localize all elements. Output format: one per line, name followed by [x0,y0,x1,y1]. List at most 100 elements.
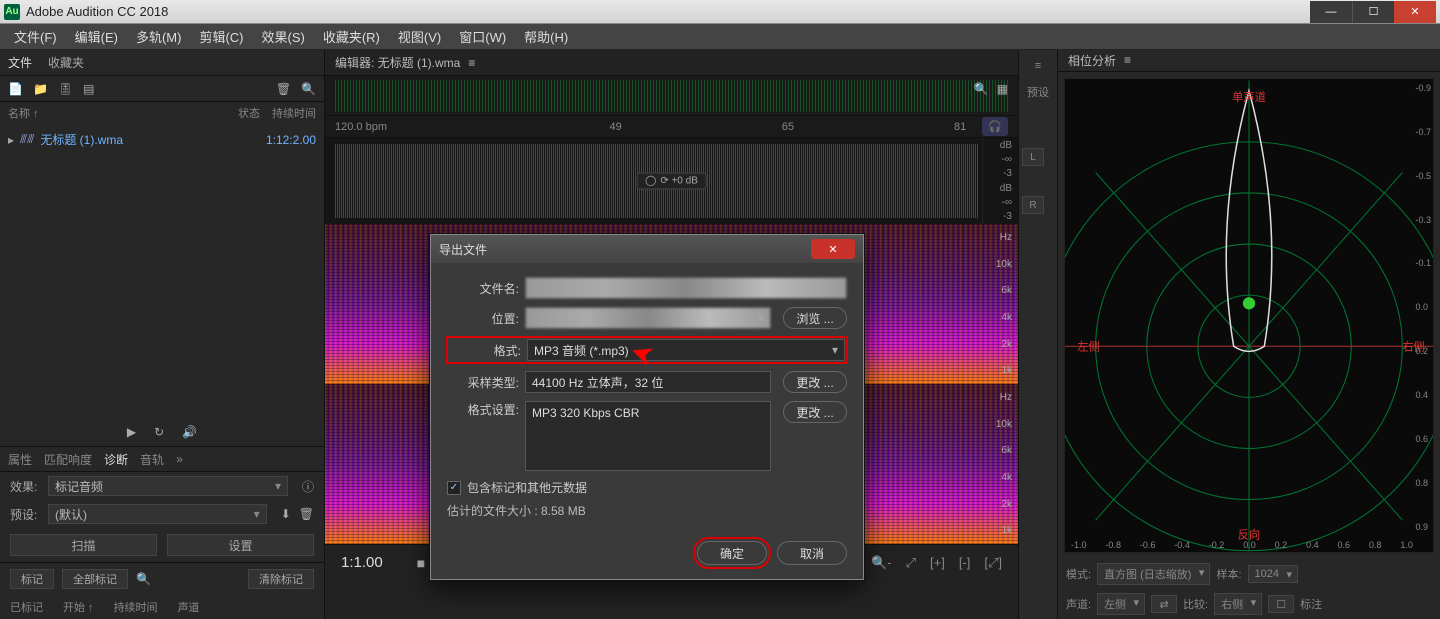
left-channel-button[interactable]: L [1022,148,1044,166]
right-channel-button[interactable]: R [1022,196,1044,214]
app-logo: Au [4,4,20,20]
tab-properties[interactable]: 属性 [8,451,32,468]
menu-edit[interactable]: 编辑(E) [67,23,126,50]
play-icon[interactable]: ▶ [127,425,136,439]
editor-tab[interactable]: 编辑器: 无标题 (1).wma≡ [325,50,1018,76]
window-maximize-button[interactable]: ☐ [1352,1,1394,23]
phase-chan-select[interactable]: 左侧 [1097,593,1145,615]
waveform-track[interactable]: ◯⟳ +0 dB dB -∞ -3 dB -∞ -3 L R [325,138,1018,224]
trash-icon[interactable]: 🗑 [276,82,291,96]
location-select[interactable] [525,307,771,329]
menu-effects[interactable]: 效果(S) [254,23,313,50]
neg-inf-2: -∞ [982,195,1014,209]
menu-help[interactable]: 帮助(H) [516,23,576,50]
clear-marker-button[interactable]: 清除标记 [248,569,314,589]
freq-1k-2: 1k [982,517,1014,544]
menu-window[interactable]: 窗口(W) [451,23,514,50]
multitrack-icon[interactable]: ▤ [83,82,94,96]
ok-button[interactable]: 确定 [697,541,767,565]
marker-search-icon[interactable]: 🔍 [136,572,151,586]
mcol-channel[interactable]: 声道 [178,599,200,615]
playhead-time[interactable]: 1:1.00 [341,554,383,571]
mcol-marked[interactable]: 已标记 [10,599,43,615]
phase-mode-select[interactable]: 直方图 (日志缩放) [1097,563,1210,585]
info-icon[interactable]: ⓘ [302,478,314,495]
menu-file[interactable]: 文件(F) [6,23,65,50]
format-select[interactable]: MP3 音频 (*.mp3) [527,339,845,361]
search-icon[interactable]: 🔍 [301,82,316,96]
left-column: 文件 收藏夹 📄 📁 🎚 ▤ 🗑 🔍 名称 ↑ 状态 持续时间 ▸ ⫻⫻ 无标题… [0,50,325,619]
preset-select[interactable]: (默认) [48,504,267,524]
delete-preset-icon[interactable]: 🗑 [299,507,314,521]
col-name[interactable]: 名称 ↑ [8,105,39,121]
zoom-sel-out-icon[interactable]: [-] [959,555,971,570]
freq-10k-2: 10k [982,411,1014,438]
all-marker-button[interactable]: 全部标记 [62,569,128,589]
view-grid-icon[interactable]: ▦ [997,82,1008,96]
dialog-titlebar[interactable]: 导出文件 ✕ [431,235,863,263]
files-listhead: 名称 ↑ 状态 持续时间 [0,102,324,124]
levels-icon[interactable]: ≡ [1035,60,1041,72]
mcol-duration[interactable]: 持续时间 [114,599,158,615]
save-preset-icon[interactable]: ⬇ [281,507,291,521]
tab-track[interactable]: 音轨 [140,451,164,468]
phase-ratio-label: 比较: [1183,596,1208,612]
preset-tab[interactable]: 预设 [1027,84,1049,100]
menu-multitrack[interactable]: 多轨(M) [128,23,190,50]
annotate-toggle[interactable]: ☐ [1268,595,1294,613]
marker-button[interactable]: 标记 [10,569,54,589]
mcol-start[interactable]: 开始 ↑ [63,599,94,615]
include-metadata-label: 包含标记和其他元数据 [467,479,587,496]
new-file-icon[interactable]: 📄 [8,82,23,96]
cancel-button[interactable]: 取消 [777,541,847,565]
neg-inf-1: -∞ [982,152,1014,166]
col-status[interactable]: 状态 [238,105,260,121]
scan-button[interactable]: 扫描 [10,534,157,556]
tab-loudness[interactable]: 匹配响度 [44,451,92,468]
phase-scope[interactable]: 单声道 左侧 右侧 反向 -0.9-0.7-0.5 -0.3-0.10.0 0.… [1064,78,1434,553]
effect-select[interactable]: 标记音频 [48,476,288,496]
time-ruler[interactable]: 120.0 bpm 49 65 81 🎧 [325,116,1018,138]
dialog-close-button[interactable]: ✕ [811,239,855,259]
ruler-headphone-icon[interactable]: 🎧 [982,117,1008,136]
overview-waveform[interactable]: 🔍 ▦ [325,76,1018,116]
menu-view[interactable]: 视图(V) [390,23,449,50]
phase-sample-select[interactable]: 1024 [1248,565,1298,583]
col-duration[interactable]: 持续时间 [272,105,316,121]
more-tabs-icon[interactable]: » [176,452,183,466]
phase-tab[interactable]: 相位分析≡ [1058,50,1440,72]
zoom-full-icon[interactable]: ⤢ [906,555,916,571]
tab-favorites[interactable]: 收藏夹 [48,54,84,71]
hz-label-2: Hz [982,384,1014,411]
gain-knob[interactable]: ◯⟳ +0 dB [636,173,707,190]
include-metadata-checkbox[interactable]: ✓ 包含标记和其他元数据 [447,479,847,496]
zoom-sel-icon[interactable]: [⤢] [984,555,1002,571]
settings-button[interactable]: 设置 [167,534,314,556]
filename-input[interactable] [525,277,847,299]
window-close-button[interactable]: ✕ [1394,1,1436,23]
browse-button[interactable]: 浏览 ... [783,307,847,329]
open-file-icon[interactable]: 📁 [33,82,48,96]
volume-icon[interactable]: 🔊 [182,425,197,439]
file-row[interactable]: ▸ ⫻⫻ 无标题 (1).wma 1:12:2.00 [8,128,316,151]
change-format-button[interactable]: 更改 ... [783,401,847,423]
sample-type-value: 44100 Hz 立体声，32 位 [525,371,771,393]
tab-files[interactable]: 文件 [8,54,32,71]
tab-diagnostics[interactable]: 诊断 [104,451,128,468]
equalizer-icon[interactable]: 🎚 [58,82,73,96]
file-list: ▸ ⫻⫻ 无标题 (1).wma 1:12:2.00 [0,124,324,155]
loop-icon[interactable]: ↻ [154,425,164,439]
swap-channels-button[interactable]: ⇄ [1151,595,1177,613]
stop-button[interactable]: ■ [417,555,425,571]
estimated-size: 估计的文件大小 : 8.58 MB [447,502,847,519]
phase-ratio-select[interactable]: 右侧 [1214,593,1262,615]
ruler-mark-3: 81 [954,121,966,133]
zoom-icon[interactable]: 🔍 [974,82,989,96]
window-minimize-button[interactable]: — [1310,1,1352,23]
menu-clip[interactable]: 剪辑(C) [191,23,251,50]
bpm-display[interactable]: 120.0 bpm [335,121,387,133]
menu-favorites[interactable]: 收藏夹(R) [315,23,388,50]
zoom-sel-in-icon[interactable]: [+] [930,555,945,570]
change-sample-button[interactable]: 更改 ... [783,371,847,393]
zoom-out-icon[interactable]: 🔍- [871,555,892,571]
